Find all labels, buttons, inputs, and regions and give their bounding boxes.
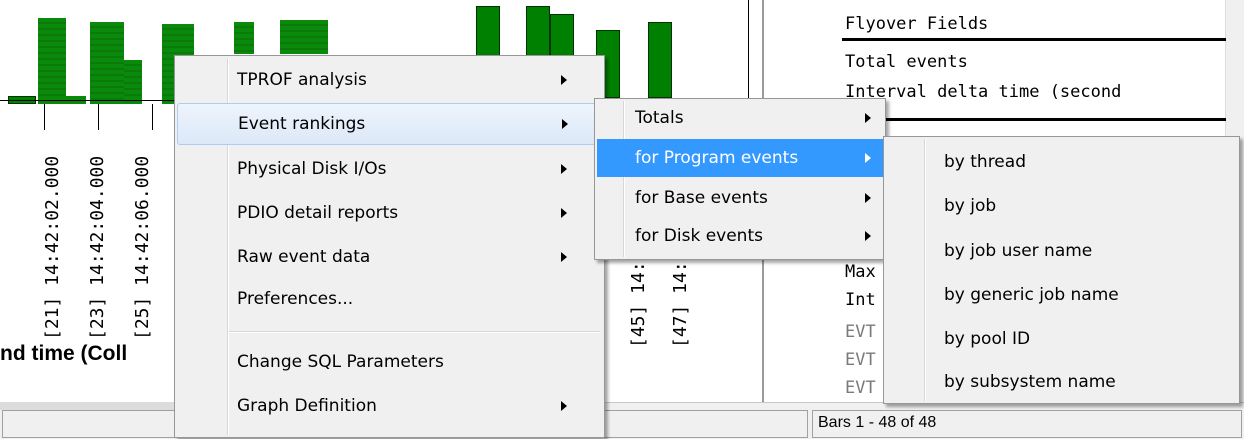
divider [842, 38, 1226, 41]
menu-item-label: Raw event data [237, 247, 371, 267]
x-tick-label: [23] 14:42:04.000 [87, 155, 108, 340]
menu-item-physical-disk-ios[interactable]: Physical Disk I/Os [177, 148, 602, 190]
menu-item-label: for Base events [635, 188, 768, 208]
menu-item-label: by subsystem name [944, 372, 1116, 392]
submenu-arrow-icon [562, 119, 568, 129]
menu-item-label: Change SQL Parameters [237, 352, 444, 372]
chart-bar[interactable] [38, 18, 66, 104]
x-tick-label: [47] 14: [670, 261, 691, 348]
submenu-arrow-icon [561, 164, 567, 174]
menu-item-for-base-events[interactable]: for Base events [597, 179, 883, 217]
axis-tick [98, 104, 99, 130]
axis-tick [44, 104, 45, 130]
flyover-line: EVT [845, 322, 876, 342]
menu-item-by-subsystem-name[interactable]: by subsystem name [886, 361, 1237, 403]
chart-bar[interactable] [648, 22, 672, 98]
x-axis-line [0, 100, 180, 101]
submenu-arrow-icon [561, 75, 567, 85]
menu-item-label: by thread [944, 152, 1026, 172]
flyover-line: EVT [845, 378, 876, 398]
menu-item-by-job-user-name[interactable]: by job user name [886, 230, 1237, 272]
menu-item-label: Totals [635, 108, 684, 128]
menu-separator [229, 331, 600, 333]
flyover-line: Max [845, 262, 876, 282]
menu-item-label: by job [944, 196, 997, 216]
flyover-line: Int [845, 290, 876, 310]
submenu-arrow-icon [865, 231, 871, 241]
chart-bar[interactable] [280, 20, 328, 54]
menu-item-change-sql-parameters[interactable]: Change SQL Parameters [177, 341, 602, 383]
submenu-arrow-icon [561, 401, 567, 411]
x-tick-label: [21] 14:42:02.000 [42, 155, 63, 340]
submenu-arrow-icon [865, 153, 871, 163]
menu-item-event-rankings[interactable]: Event rankings [177, 103, 602, 145]
menu-item-label: by pool ID [944, 329, 1031, 349]
submenu-arrow-icon [865, 193, 871, 203]
chart-bar[interactable] [124, 60, 142, 104]
menu-item-by-generic-job-name[interactable]: by generic job name [886, 274, 1237, 316]
menu-item-raw-event-data[interactable]: Raw event data [177, 236, 602, 278]
menu-item-preferences[interactable]: Preferences... [177, 278, 602, 320]
menu-item-pdio-detail-reports[interactable]: PDIO detail reports [177, 192, 602, 234]
submenu-arrow-icon [561, 252, 567, 262]
menu-item-label: for Disk events [635, 226, 763, 246]
menu-item-label: by generic job name [944, 285, 1119, 305]
flyover-line: Interval delta time (second [845, 82, 1122, 102]
chart-bar[interactable] [234, 22, 254, 54]
submenu-arrow-icon [561, 208, 567, 218]
submenu-arrow-icon [865, 113, 871, 123]
chart-bar[interactable] [476, 6, 500, 58]
menu-item-label: by job user name [944, 241, 1093, 261]
menu-item-graph-definition[interactable]: Graph Definition [177, 385, 602, 427]
menu-item-label: Event rankings [238, 114, 366, 134]
menu-item-label: for Program events [635, 148, 799, 168]
x-axis-title: nd time (Coll [0, 342, 128, 365]
flyover-line: Total events [845, 52, 968, 72]
menu-item-for-disk-events[interactable]: for Disk events [597, 217, 883, 255]
divider [842, 118, 1226, 121]
x-tick-label: [25] 14:42:06.000 [132, 155, 153, 340]
menu-item-totals[interactable]: Totals [597, 99, 883, 137]
menu-item-label: Physical Disk I/Os [237, 159, 387, 179]
menu-item-label: TPROF analysis [237, 70, 367, 90]
program-events-submenu: by thread by job by job user name by gen… [883, 136, 1240, 404]
context-menu: TPROF analysis Event rankings Physical D… [174, 55, 605, 438]
menu-item-by-job[interactable]: by job [886, 185, 1237, 227]
menu-item-by-thread[interactable]: by thread [886, 141, 1237, 183]
menu-item-for-program-events[interactable]: for Program events [597, 139, 883, 177]
x-tick-label: [45] 14: [628, 261, 649, 348]
menu-item-label: Graph Definition [237, 396, 377, 416]
menu-item-tprof-analysis[interactable]: TPROF analysis [177, 59, 602, 101]
chart-bar[interactable] [90, 22, 124, 104]
flyover-title: Flyover Fields [845, 14, 989, 34]
event-rankings-submenu: Totals for Program events for Base event… [594, 98, 886, 260]
menu-item-label: Preferences... [237, 289, 354, 309]
bars-count: Bars 1 - 48 of 48 [818, 414, 937, 431]
menu-item-label: PDIO detail reports [237, 203, 399, 223]
flyover-line: EVT [845, 350, 876, 370]
menu-item-by-pool-id[interactable]: by pool ID [886, 318, 1237, 360]
axis-tick [152, 104, 153, 130]
